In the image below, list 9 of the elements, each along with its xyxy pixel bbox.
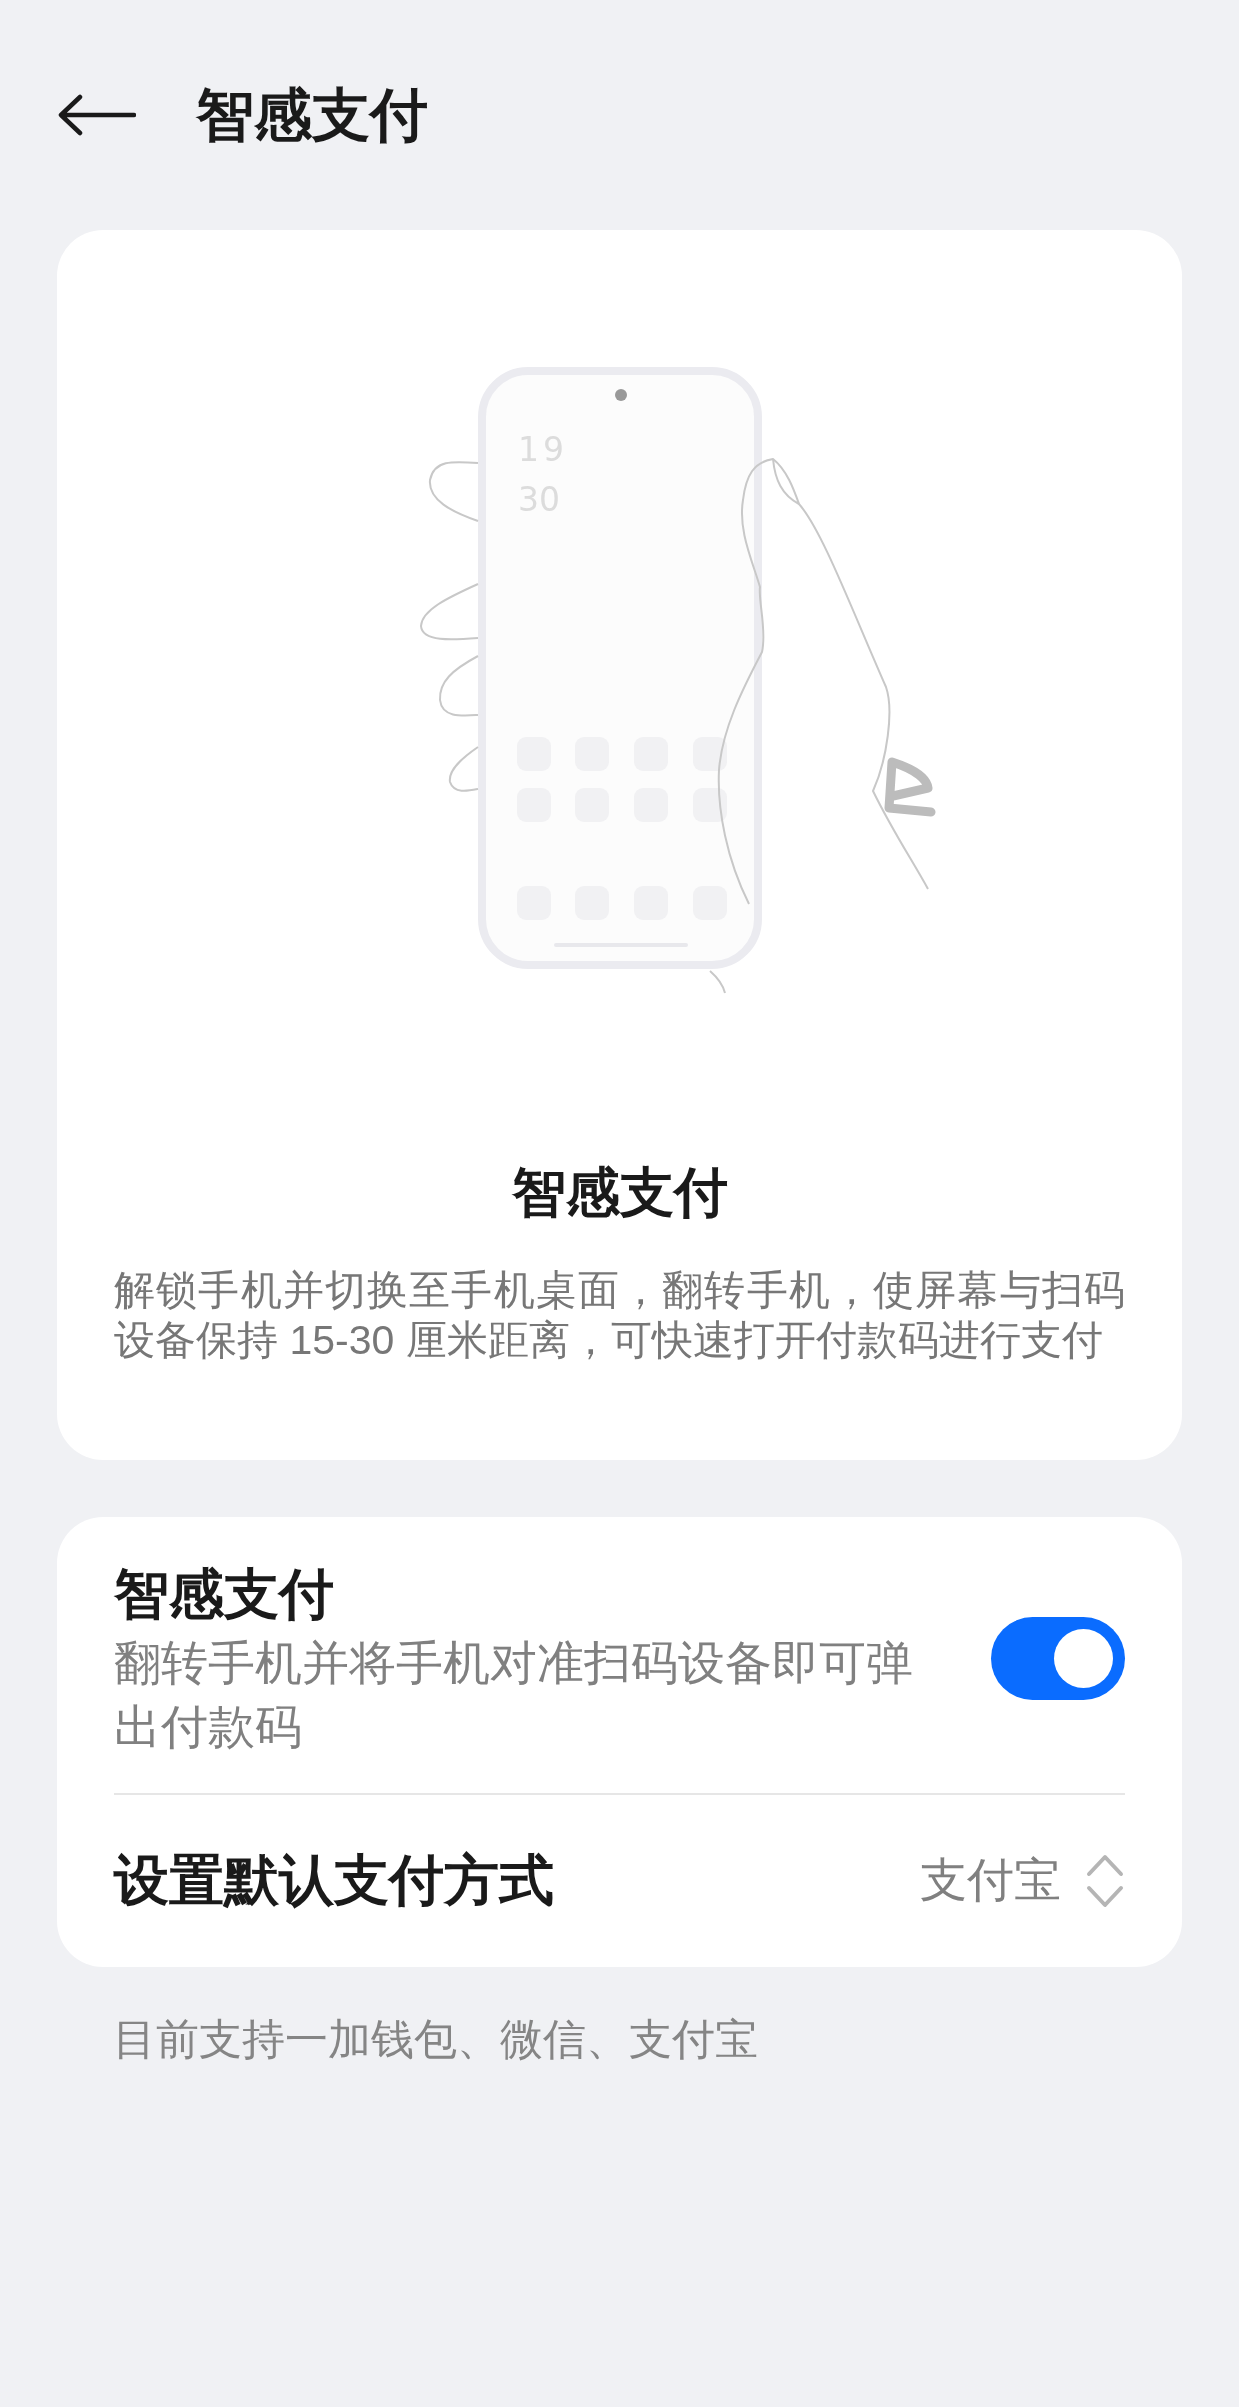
selected-value[interactable]: 支付宝 (920, 1845, 1061, 1916)
footnote-text: 目前支持一加钱包、微信、支付宝 (113, 2013, 759, 2065)
description-text: 解锁手机并切换至手机桌面，翻转手机，使屏幕与扫码设备保持 15-30 厘米距离，可快速打开付款码进行支付 (114, 1265, 1125, 1365)
gesture-icon (884, 757, 936, 817)
setting-title: 智感支付 (114, 1562, 335, 1627)
setting-title: 设置默认支付方式 (114, 1847, 554, 1913)
setting-description: 翻转手机并将手机对准扫码设备即可弹出付款码 (114, 1634, 914, 1755)
card-title: 智感支付 (510, 1161, 729, 1224)
page-title: 智感支付 (196, 86, 428, 144)
